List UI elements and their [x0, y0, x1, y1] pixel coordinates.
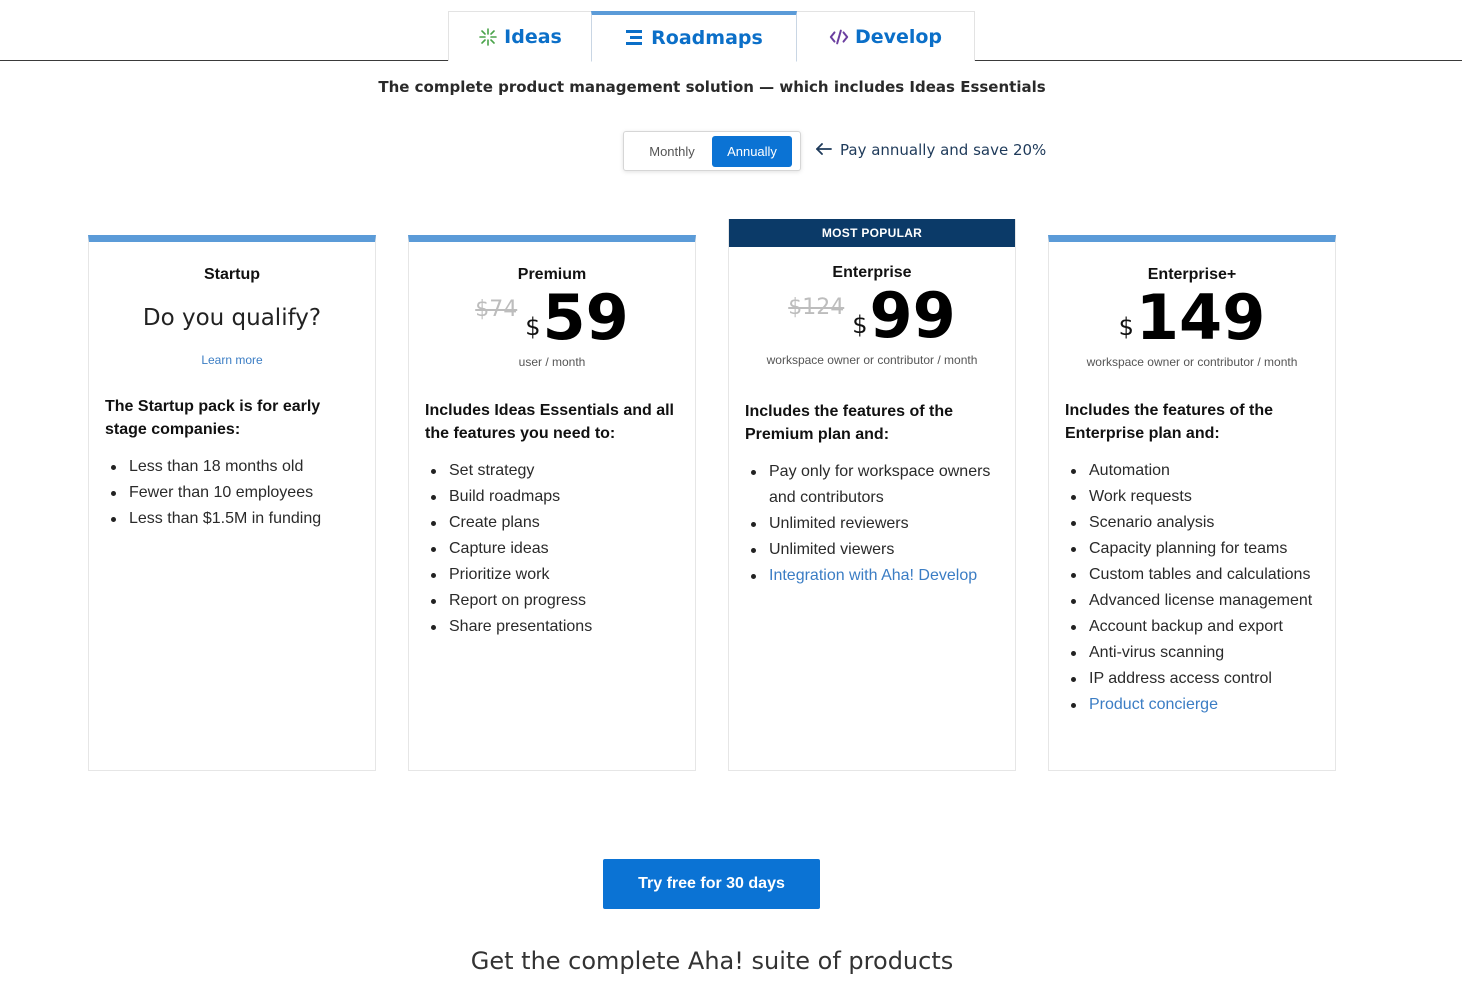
- develop-integration-link[interactable]: Integration with Aha! Develop: [751, 563, 999, 589]
- tab-develop[interactable]: Develop: [796, 11, 975, 61]
- code-icon: [829, 27, 849, 47]
- list-item: Automation: [1071, 458, 1319, 484]
- list-item: Capture ideas: [431, 536, 679, 562]
- page-subtitle: The complete product management solution…: [378, 78, 1046, 96]
- list-item: Unlimited reviewers: [751, 511, 999, 537]
- price: $124 $ 99: [729, 279, 1015, 352]
- currency-symbol: $: [1118, 313, 1134, 341]
- feature-list: Pay only for workspace owners and contri…: [729, 459, 1015, 589]
- plan-card-premium: Premium $74 $ 59 user / month Includes I…: [408, 235, 696, 771]
- plan-card-startup: Startup Do you qualify? Learn more The S…: [88, 235, 376, 771]
- suite-heading: Get the complete Aha! suite of products: [470, 947, 954, 975]
- price-unit: workspace owner or contributor / month: [766, 353, 978, 367]
- save-note-text: Pay annually and save 20%: [840, 141, 1047, 159]
- list-item: Unlimited viewers: [751, 537, 999, 563]
- qualify-heading: Do you qualify?: [142, 305, 322, 331]
- list-item: Account backup and export: [1071, 614, 1319, 640]
- list-item: IP address access control: [1071, 666, 1319, 692]
- try-free-button[interactable]: Try free for 30 days: [603, 859, 820, 909]
- sparkle-icon: [478, 27, 498, 47]
- list-item: Less than 18 months old: [111, 454, 359, 480]
- old-price: $124: [788, 295, 845, 320]
- product-concierge-link[interactable]: Product concierge: [1071, 692, 1319, 718]
- billing-toggle: Monthly Annually: [623, 131, 801, 171]
- plan-name: Startup: [204, 266, 260, 283]
- plan-description: The Startup pack is for early stage comp…: [105, 398, 321, 438]
- plan-description: Includes Ideas Essentials and all the fe…: [425, 402, 674, 442]
- plan-card-enterprise: MOST POPULAR Enterprise $124 $ 99 worksp…: [728, 219, 1016, 771]
- list-item: Advanced license management: [1071, 588, 1319, 614]
- annually-option[interactable]: Annually: [712, 136, 792, 167]
- old-price: $74: [475, 297, 518, 322]
- tab-label: Develop: [854, 25, 943, 48]
- currency-symbol: $: [852, 311, 868, 339]
- list-item: Anti-virus scanning: [1071, 640, 1319, 666]
- list-item: Pay only for workspace owners and contri…: [751, 459, 999, 511]
- plan-description: Includes the features of the Premium pla…: [745, 403, 954, 443]
- product-tabs: Ideas Roadmaps Develop: [0, 0, 1462, 62]
- feature-list: Less than 18 months old Fewer than 10 em…: [89, 454, 375, 532]
- monthly-option[interactable]: Monthly: [632, 136, 712, 167]
- list-item: Report on progress: [431, 588, 679, 614]
- feature-list: Automation Work requests Scenario analys…: [1049, 458, 1335, 718]
- list-item: Scenario analysis: [1071, 510, 1319, 536]
- learn-more-link[interactable]: Learn more: [89, 353, 375, 367]
- list-item: Less than $1.5M in funding: [111, 506, 359, 532]
- plan-card-enterprise-plus: Enterprise+ $ 149 workspace owner or con…: [1048, 235, 1336, 771]
- list-item: Share presentations: [431, 614, 679, 640]
- tab-ideas[interactable]: Ideas: [448, 11, 592, 61]
- list-item: Fewer than 10 employees: [111, 480, 359, 506]
- price-amount: 59: [542, 281, 629, 354]
- tab-roadmaps[interactable]: Roadmaps: [591, 11, 797, 62]
- price: $74 $ 59: [409, 281, 695, 354]
- list-item: Custom tables and calculations: [1071, 562, 1319, 588]
- plan-description: Includes the features of the Enterprise …: [1065, 402, 1274, 442]
- list-item: Capacity planning for teams: [1071, 536, 1319, 562]
- price-unit: user / month: [518, 355, 586, 369]
- tab-label: Ideas: [504, 25, 562, 48]
- list-item: Prioritize work: [431, 562, 679, 588]
- list-item: Set strategy: [431, 458, 679, 484]
- arrow-left-icon: [816, 141, 832, 159]
- tab-label: Roadmaps: [651, 27, 763, 49]
- price: $ 149: [1049, 281, 1335, 354]
- list-item: Work requests: [1071, 484, 1319, 510]
- list-item: Build roadmaps: [431, 484, 679, 510]
- currency-symbol: $: [525, 313, 541, 341]
- price-amount: 99: [869, 279, 956, 352]
- feature-list: Set strategy Build roadmaps Create plans…: [409, 458, 695, 640]
- price-amount: 149: [1135, 281, 1266, 354]
- most-popular-badge: MOST POPULAR: [729, 219, 1015, 247]
- save-note: Pay annually and save 20%: [816, 141, 1046, 159]
- list-item: Create plans: [431, 510, 679, 536]
- roadmap-icon: [625, 28, 645, 48]
- price-unit: workspace owner or contributor / month: [1086, 355, 1298, 369]
